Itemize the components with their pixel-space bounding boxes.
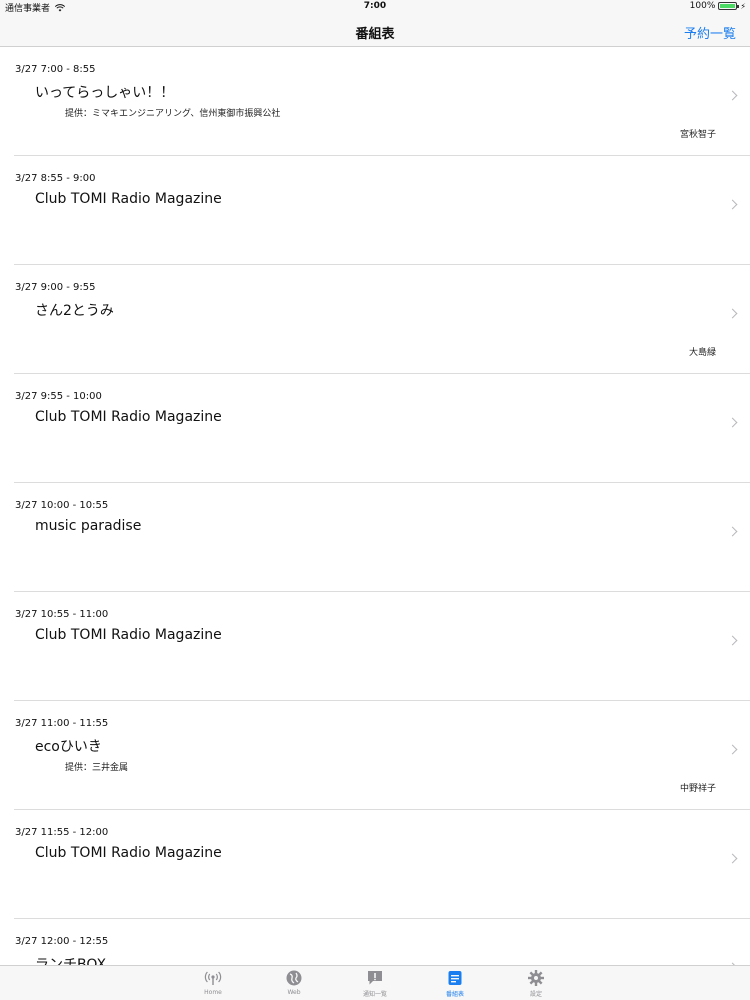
program-time: 3/27 11:00 - 11:55 xyxy=(15,718,109,729)
program-title: ecoひいき xyxy=(35,739,102,755)
tab-label: Web xyxy=(287,989,301,996)
battery-percent: 100% xyxy=(689,1,716,11)
program-title: いってらっしゃい！！ xyxy=(35,85,175,101)
program-title: Club TOMI Radio Magazine xyxy=(35,627,222,643)
program-list[interactable]: 3/27 7:00 - 8:55 いってらっしゃい！！ 提供：ミマキエンジニアリング… xyxy=(0,47,750,965)
tab-home[interactable]: Home xyxy=(183,969,243,996)
battery-fill xyxy=(720,4,736,8)
tab-settings[interactable]: 設定 xyxy=(506,969,566,998)
status-bar: 通信事業者 7:00 100% ⚡ xyxy=(0,0,750,14)
program-title: Club TOMI Radio Magazine xyxy=(35,845,222,861)
status-time: 7:00 xyxy=(363,1,387,11)
chevron-right-icon xyxy=(727,308,738,319)
program-time: 3/27 12:00 - 12:55 xyxy=(15,936,109,947)
program-time: 3/27 9:55 - 10:00 xyxy=(15,391,102,402)
tab-label: 通知一覧 xyxy=(362,991,387,998)
program-time: 3/27 7:00 - 8:55 xyxy=(15,64,96,75)
schedule-icon xyxy=(425,969,485,987)
charging-icon: ⚡ xyxy=(740,1,746,11)
program-sponsor: 提供：ミマキエンジニアリング、信州東御市振興公社 xyxy=(65,109,281,119)
chevron-right-icon xyxy=(727,853,738,864)
program-row[interactable]: 3/27 11:00 - 11:55 ecoひいき提供：三井金属中野祥子 xyxy=(14,701,750,810)
program-title: music paradise xyxy=(35,518,142,534)
page-title: 番組表 xyxy=(355,27,395,42)
navigation-bar: 番組表 予約一覧 xyxy=(0,14,750,47)
program-sponsor: 提供：三井金属 xyxy=(65,763,129,773)
tab-label: 設定 xyxy=(529,991,542,998)
program-time: 3/27 11:55 - 12:00 xyxy=(15,827,109,838)
battery-indicator: 100% ⚡ xyxy=(690,1,746,11)
tab-label: Home xyxy=(204,989,222,996)
program-title: Club TOMI Radio Magazine xyxy=(35,409,222,425)
program-row[interactable]: 3/27 9:55 - 10:00 Club TOMI Radio Magazin… xyxy=(14,374,750,483)
tab-notifications[interactable]: 通知一覧 xyxy=(345,969,405,998)
battery-tip xyxy=(737,5,740,8)
program-time: 3/27 10:55 - 11:00 xyxy=(15,609,109,620)
program-row[interactable]: 3/27 12:00 - 12:55 ランチBOX xyxy=(14,919,750,965)
globe-icon xyxy=(264,969,324,987)
program-row[interactable]: 3/27 11:55 - 12:00 Club TOMI Radio Magazi… xyxy=(14,810,750,919)
chevron-right-icon xyxy=(727,635,738,646)
program-title: Club TOMI Radio Magazine xyxy=(35,191,222,207)
program-host: 大島緑 xyxy=(688,348,716,358)
program-row[interactable]: 3/27 7:00 - 8:55 いってらっしゃい！！ 提供：ミマキエンジニアリング… xyxy=(14,47,750,156)
chevron-right-icon xyxy=(727,199,738,210)
program-row[interactable]: 3/27 9:00 - 9:55 さん2とうみ大島緑 xyxy=(14,265,750,374)
notification-icon xyxy=(345,969,405,987)
program-time: 3/27 10:00 - 10:55 xyxy=(15,500,109,511)
antenna-icon xyxy=(183,969,243,987)
tab-web[interactable]: Web xyxy=(264,969,324,996)
program-row[interactable]: 3/27 10:55 - 11:00 Club TOMI Radio Magazi… xyxy=(14,592,750,701)
program-title: さん2とうみ xyxy=(35,303,114,319)
reserve-list-button[interactable]: 予約一覧 xyxy=(684,23,736,42)
chevron-right-icon xyxy=(727,526,738,537)
tab-bar: Home Web 通知一覧 番組表 設定 xyxy=(0,965,750,1000)
tab-schedule[interactable]: 番組表 xyxy=(425,969,485,998)
tab-label: 番組表 xyxy=(445,991,464,998)
gear-icon xyxy=(506,969,566,987)
chevron-right-icon xyxy=(727,744,738,755)
program-time: 3/27 9:00 - 9:55 xyxy=(15,282,96,293)
battery-icon xyxy=(718,2,740,10)
program-title: ランチBOX xyxy=(35,957,107,965)
program-host: 中野祥子 xyxy=(679,784,716,794)
program-row[interactable]: 3/27 8:55 - 9:00 Club TOMI Radio Magazine xyxy=(14,156,750,265)
program-host: 宮秋智子 xyxy=(679,130,716,140)
chevron-right-icon xyxy=(727,90,738,101)
program-time: 3/27 8:55 - 9:00 xyxy=(15,173,96,184)
program-row[interactable]: 3/27 10:00 - 10:55 music paradise xyxy=(14,483,750,592)
chevron-right-icon xyxy=(727,417,738,428)
